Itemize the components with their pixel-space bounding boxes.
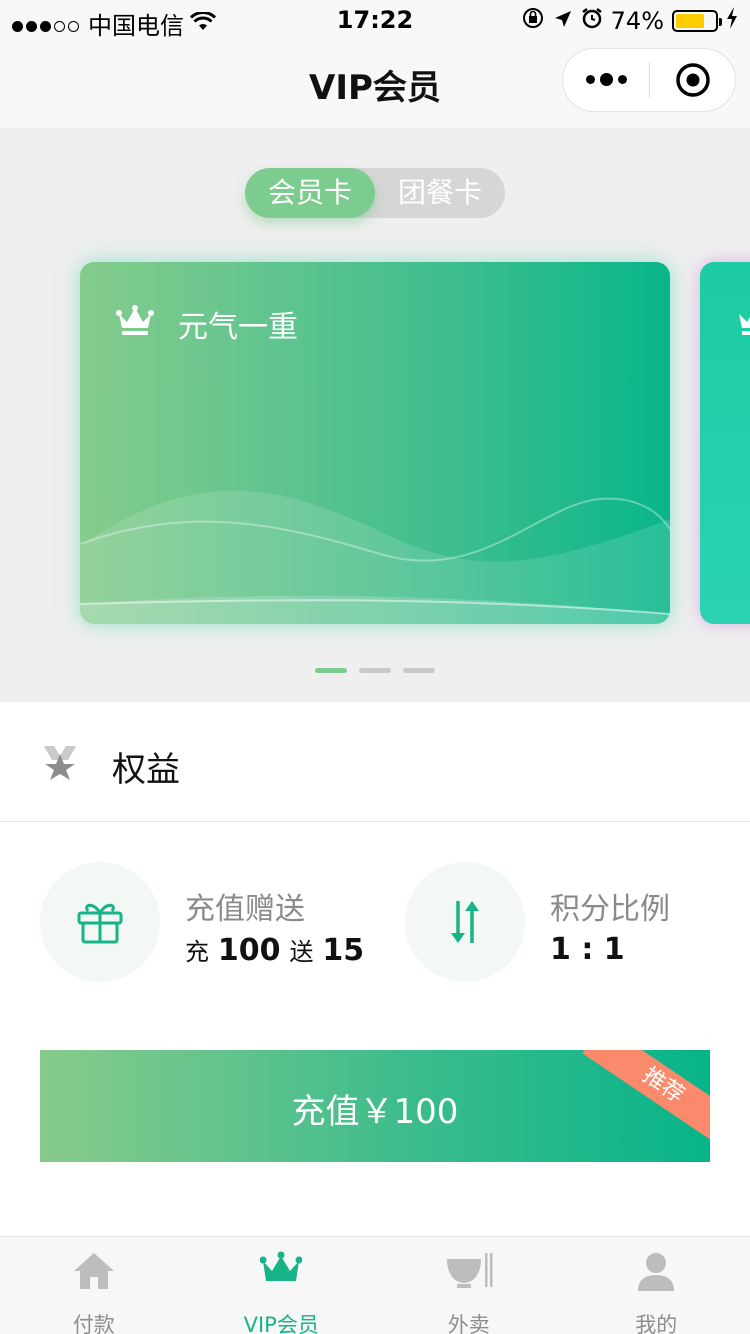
badge-star-icon <box>44 746 76 780</box>
card-wave-decoration <box>80 490 670 624</box>
tab-label: 我的 <box>635 1313 678 1334</box>
crown-icon <box>116 305 154 335</box>
benefit-title: 积分比例 <box>550 892 670 927</box>
benefit-title: 充值赠送 <box>185 892 305 927</box>
bonus-prefix: 送 <box>289 938 314 966</box>
orientation-lock-icon <box>521 6 545 36</box>
points-ratio: 1 : 1 <box>550 932 625 967</box>
tab-mine[interactable]: 我的 <box>563 1237 750 1334</box>
recharge-label: 充值￥100 <box>291 1092 459 1132</box>
close-miniapp-button[interactable] <box>650 62 735 98</box>
tab-label: 外卖 <box>447 1313 490 1334</box>
exchange-arrows-icon <box>451 901 479 943</box>
miniapp-capsule <box>562 48 736 112</box>
status-bar: 中国电信 17:22 74% <box>0 0 750 40</box>
recharge-amount: 100 <box>217 933 281 968</box>
more-menu-button[interactable] <box>563 72 649 86</box>
more-dot-icon <box>585 74 595 84</box>
tab-group-meal-card[interactable]: 团餐卡 <box>375 168 505 218</box>
tab-member-card[interactable]: 会员卡 <box>245 168 375 218</box>
recharge-prefix: 充 <box>185 938 209 966</box>
home-icon <box>73 1253 114 1289</box>
charging-icon <box>726 7 738 35</box>
crown-icon <box>260 1251 303 1281</box>
tab-pay[interactable]: 付款 <box>0 1237 188 1334</box>
tab-label: 付款 <box>72 1313 115 1334</box>
benefit-value: 1 : 1 <box>550 932 625 967</box>
crown-icon <box>739 314 750 335</box>
tab-bar: 付款 VIP会员 外卖 我的 <box>0 1236 750 1334</box>
card-type-switch: 会员卡 团餐卡 <box>245 168 505 218</box>
location-arrow-icon <box>553 7 573 35</box>
gift-icon <box>77 903 123 944</box>
tab-label: VIP会员 <box>243 1313 319 1334</box>
nav-bar: VIP会员 <box>0 40 750 128</box>
carousel-dot <box>403 668 435 673</box>
more-dot-icon <box>599 72 613 86</box>
battery-percent: 74% <box>610 7 664 35</box>
card-level-name: 元气一重 <box>178 310 298 345</box>
carousel-indicator <box>315 668 435 673</box>
card-carousel-area: 会员卡 团餐卡 元气一重 <box>0 128 750 702</box>
tab-takeout[interactable]: 外卖 <box>375 1237 563 1334</box>
rights-header: 权益 <box>0 702 750 822</box>
carousel-dot <box>315 668 347 673</box>
user-icon <box>638 1253 675 1291</box>
rights-title: 权益 <box>112 750 180 790</box>
next-card-preview[interactable] <box>700 262 750 624</box>
bonus-amount: 15 <box>322 933 365 968</box>
target-icon <box>675 63 710 97</box>
more-dot-icon <box>617 74 627 84</box>
carousel-dot <box>359 668 391 673</box>
benefit-icon-circle <box>405 862 525 982</box>
benefit-value: 充 100 送 15 <box>185 932 364 968</box>
alarm-icon <box>581 7 603 35</box>
benefit-icon-circle <box>40 862 160 982</box>
status-right: 74% <box>521 6 738 36</box>
battery-icon <box>672 10 722 32</box>
member-card[interactable]: 元气一重 <box>80 262 670 624</box>
takeout-bowl-icon <box>446 1253 493 1288</box>
recharge-button[interactable]: 充值￥100 推荐 <box>40 1050 710 1162</box>
tab-vip[interactable]: VIP会员 <box>188 1237 376 1334</box>
